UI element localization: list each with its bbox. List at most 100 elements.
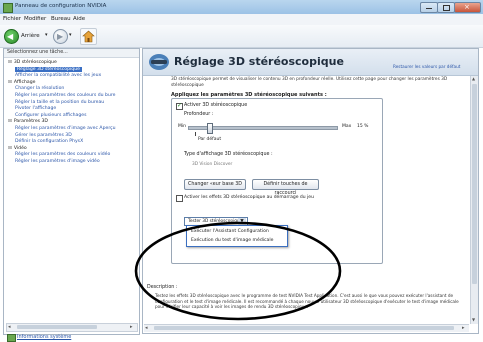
collapse-icon[interactable]: ⊟ [8,60,12,65]
forward-button[interactable]: ▶ [53,29,68,44]
home-button[interactable] [80,28,97,45]
scroll-down-icon[interactable]: ▼ [472,317,475,322]
tree-label: Gérer les paramètres 3D [15,132,72,138]
tree-label: Réglage 3D stéréoscopique [15,66,82,72]
tree-label: Régler les paramètres des couleurs vidéo [15,152,111,158]
tree-label: Pivoter l'affichage [15,106,57,112]
tree-category[interactable]: ⊟ Paramètres 3D [6,119,134,126]
menu-fichier[interactable]: Fichier [3,16,21,22]
tree-label: 3D stéréoscopique [13,60,57,65]
system-info-link[interactable]: Informations système [17,334,71,340]
depth-default-tick [195,132,196,136]
vscroll-thumb[interactable] [472,84,477,284]
display-type-label: Type d'affichage 3D stéréoscopique : [184,152,273,157]
page-banner: Réglage 3D stéréoscopique Restaurer les … [143,49,478,76]
description-text: Testez les effets 3D stéréoscopique avec… [155,293,459,309]
minimize-button[interactable] [420,2,438,13]
content-scroll-left-icon[interactable]: ◂ [145,325,148,331]
tree-label: Paramètres 3D [13,119,48,125]
hscroll-thumb[interactable] [17,325,97,329]
page-title: Réglage 3D stéréoscopique [174,55,344,68]
task-pane-hscrollbar[interactable]: ◂ ▸ [6,323,138,332]
change-glasses-button[interactable]: Changer «eur base 3D [184,179,246,190]
maximize-icon [443,5,450,11]
back-dropdown-icon[interactable]: ▾ [45,32,48,38]
content-vscrollbar[interactable]: ▲ ▼ [470,76,478,324]
collapse-icon[interactable]: ⊟ [8,146,12,151]
startup-3d-label[interactable]: Activer les effets 3D stéréoscopique au … [184,195,314,200]
stereo-3d-icon [149,54,169,70]
menu-item-medical-test[interactable]: Exécution du test d'image médicale [191,238,273,243]
test-3d-menu: Exécuter l'Assistant Configuration Exécu… [186,225,288,247]
restore-defaults-link[interactable]: Restaurer les valeurs par défaut [393,64,477,69]
close-icon: × [464,3,470,11]
set-keys-button[interactable]: Définir touches de raccourci [252,179,319,196]
collapse-icon[interactable]: ⊟ [8,80,12,85]
tree-label: Régler les paramètres d'image avec Aperç… [15,125,116,131]
depth-slider[interactable] [188,123,338,134]
menu-item-run-wizard[interactable]: Exécuter l'Assistant Configuration [191,229,269,234]
tree-item[interactable]: Régler les paramètres des couleurs vidéo [6,152,134,159]
tree-label: Configurer plusieurs affichages [15,112,87,118]
enable-3d-label[interactable]: Activer 3D stéréoscopique [184,103,247,108]
display-type-value: 3D Vision Discover [192,162,233,167]
tree-item[interactable]: Régler les paramètres des couleurs du bu… [6,93,134,100]
content-hscroll-thumb[interactable] [154,326,454,330]
menu-bureau[interactable]: Bureau [51,16,71,22]
arrow-right-icon: ▶ [57,32,64,41]
tree-category[interactable]: ⊟ 3D stéréoscopique [6,60,134,67]
tree-label: Vidéo [13,145,27,151]
tree-label: Changer la résolution [15,86,65,92]
menu-modifier[interactable]: Modifier [24,16,46,22]
checkmark-icon: ✓ [177,102,183,109]
task-tree: ⊟ 3D stéréoscopique Réglage 3D stéréoscopi… [6,60,134,166]
tree-item[interactable]: Régler les paramètres d'image vidéo [6,159,134,166]
minimize-icon [426,8,432,9]
content-scroll-right-icon[interactable]: ▸ [462,325,465,331]
collapse-icon[interactable]: ⊟ [8,119,12,124]
depth-min-label: Min [178,124,186,129]
title-bar: Panneau de configuration NVIDIA × [0,0,483,15]
system-info-icon [7,334,16,342]
tree-item[interactable]: Pivoter l'affichage [6,106,134,113]
content-pane: Réglage 3D stéréoscopique Restaurer les … [142,48,479,334]
toolbar: ◀ Arrière ▾ ▶ ▾ [0,25,483,48]
settings-group: ✓ Activer 3D stéréoscopique Profondeur :… [171,98,383,264]
chevron-down-icon[interactable]: ▼ [238,218,246,225]
home-icon [82,30,95,43]
tree-label: Régler les paramètres des couleurs du bu… [15,92,116,98]
scroll-left-icon[interactable]: ◂ [8,324,11,330]
tree-label: Affichage [13,79,36,85]
depth-max-label: Max [342,124,352,129]
window-title: Panneau de configuration NVIDIA [15,3,107,9]
back-button[interactable]: ◀ [4,29,19,44]
nvidia-app-icon [3,3,13,13]
task-pane: Sélectionnez une tâche... ⊟ 3D stéréoscop… [3,48,140,335]
content-hscrollbar[interactable]: ◂ ▸ [144,324,469,332]
depth-value: 15 % [357,124,369,129]
system-info-bar: Informations système [3,333,140,342]
close-button[interactable]: × [454,2,481,13]
tree-label: Afficher la compatibilité avec les jeux [15,73,102,79]
startup-3d-checkbox[interactable] [176,195,183,202]
tree-label: Définir la configuration PhysX [15,139,84,145]
scroll-up-icon[interactable]: ▲ [472,76,475,81]
forward-dropdown-icon[interactable]: ▾ [69,32,72,38]
menu-aide[interactable]: Aide [73,16,85,22]
depth-label: Profondeur : [184,112,214,117]
task-pane-header: Sélectionnez une tâche... [4,49,139,58]
enable-3d-checkbox[interactable]: ✓ [176,102,183,110]
maximize-button[interactable] [437,2,455,13]
tree-item[interactable]: Définir la configuration PhysX [6,139,134,146]
back-label[interactable]: Arrière [21,33,40,39]
tree-label: Régler les paramètres d'image vidéo [15,158,100,164]
tree-item[interactable]: Régler les paramètres d'image avec Aperç… [6,126,134,133]
arrow-left-icon: ◀ [7,32,14,41]
tree-item[interactable]: Afficher la compatibilité avec les jeux [6,73,134,80]
tree-item[interactable]: Changer la résolution [6,86,134,93]
task-pane-header-label: Sélectionnez une tâche... [7,50,68,55]
description-heading: Description : [147,285,178,290]
scroll-right-icon[interactable]: ▸ [130,324,133,330]
depth-slider-thumb[interactable] [207,123,213,134]
page-intro: 3D stéréoscopique permet de visualiser l… [171,77,448,88]
